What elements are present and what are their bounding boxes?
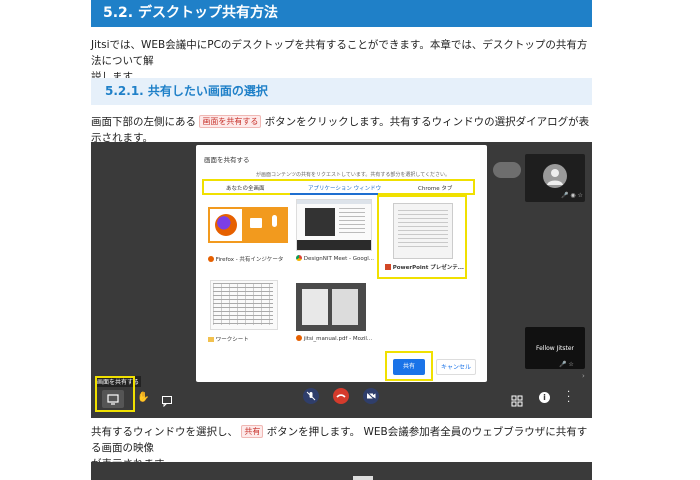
next-screenshot-top xyxy=(91,462,592,480)
tab-entire-screen[interactable]: あなたの全画面 xyxy=(226,184,265,192)
info-icon[interactable]: i xyxy=(539,392,550,403)
dialog-title: 画面を共有する xyxy=(204,156,250,164)
chat-icon[interactable] xyxy=(161,392,173,408)
meet-window-toolbar xyxy=(297,200,371,204)
result-line-1: 共有するウィンドウを選択し、 共有 ボタンを押します。 WEB会議参加者全員のウ… xyxy=(91,424,596,456)
cancel-button[interactable]: キャンセル xyxy=(436,359,476,375)
more-options-icon[interactable]: · · · xyxy=(567,388,570,408)
tab-chrome-tab[interactable]: Chrome タブ xyxy=(418,184,452,192)
phone-icon xyxy=(336,394,346,398)
self-video-tile[interactable]: 🎤 ◉ ☆ xyxy=(525,154,585,202)
participant-avatar-badge xyxy=(493,162,521,178)
window-thumb-pdf[interactable] xyxy=(296,283,366,331)
tile-view-icon[interactable] xyxy=(511,392,523,411)
subsection-heading: 5.2.1. 共有したい画面の選択 xyxy=(91,78,592,105)
video-off-button[interactable] xyxy=(363,388,379,404)
dialog-tab-bar: あなたの全画面 アプリケーション ウィンドウ Chrome タブ xyxy=(202,179,475,195)
camera-icon xyxy=(250,218,262,228)
intro-line-1: Jitsiでは、WEB会議中にPCのデスクトップを共有することができます。本章で… xyxy=(91,39,588,67)
tab-application-window[interactable]: アプリケーション ウィンドウ xyxy=(308,184,381,192)
window-thumb-meet[interactable] xyxy=(296,199,372,251)
powerpoint-icon xyxy=(385,264,391,270)
meet-window-bar xyxy=(297,240,371,250)
window-caption-meet: DesignNIT Meet - Googl... xyxy=(296,255,374,262)
pdf-page-left xyxy=(302,289,328,325)
meeting-screenshot: 🎤 ◉ ☆ Fellow Jitster 🎤 ☆ › 画面を共有する が画面コン… xyxy=(91,142,592,418)
firefox-small-icon xyxy=(296,335,302,341)
participant-video-tile[interactable]: Fellow Jitster 🎤 ☆ xyxy=(525,327,585,369)
window-thumb-firefox[interactable] xyxy=(208,207,288,243)
mute-microphone-button[interactable] xyxy=(303,388,319,404)
next-screenshot-element xyxy=(353,476,373,480)
share-button[interactable]: 共有 xyxy=(393,359,425,375)
microphone-muted-icon xyxy=(306,391,316,401)
avatar-icon xyxy=(543,164,567,188)
monitor-icon xyxy=(107,394,119,405)
screen-share-toolbar-button[interactable] xyxy=(102,390,124,408)
participant-status-icons: 🎤 ☆ xyxy=(559,361,574,368)
firefox-small-icon xyxy=(208,256,214,262)
camera-off-icon xyxy=(366,391,376,401)
participant-name: Fellow Jitster xyxy=(535,345,575,352)
window-caption-worksheet: ワークシート xyxy=(208,335,249,343)
hang-up-button[interactable] xyxy=(333,388,349,404)
window-thumb-powerpoint[interactable]: PowerPoint プレゼンテ... xyxy=(377,195,467,279)
window-caption-firefox: Firefox - 共有インジケータ xyxy=(208,255,283,263)
pdf-page-right xyxy=(332,289,358,325)
window-caption-powerpoint: PowerPoint プレゼンテ... xyxy=(385,263,464,271)
result-prefix: 共有するウィンドウを選択し、 xyxy=(91,426,238,438)
dialog-subtitle: が画面コンテンツの共有をリクエストしています。共有する部分を選択してください。 xyxy=(256,172,451,178)
muted-status-icons: 🎤 ◉ ☆ xyxy=(561,192,583,199)
inline-share-screen-button: 画面を共有する xyxy=(199,115,262,128)
window-caption-pdf: jitsi_manual.pdf - Mozil... xyxy=(296,335,372,342)
firefox-icon xyxy=(210,209,242,241)
meet-window-video xyxy=(305,208,335,236)
share-screen-dialog: 画面を共有する が画面コンテンツの共有をリクエストしています。共有する部分を選択… xyxy=(196,145,487,382)
microphone-icon xyxy=(272,215,277,227)
chrome-icon xyxy=(296,255,302,261)
raise-hand-icon[interactable]: ✋ xyxy=(137,392,149,403)
folder-icon xyxy=(208,337,214,342)
window-thumb-worksheet[interactable] xyxy=(210,280,278,330)
instruction-prefix: 画面下部の左側にある xyxy=(91,116,196,128)
section-heading: 5.2. デスクトップ共有方法 xyxy=(91,0,592,27)
meet-window-lines xyxy=(339,208,365,234)
active-tab-indicator xyxy=(290,193,378,195)
powerpoint-preview xyxy=(393,203,453,259)
chevron-right-icon[interactable]: › xyxy=(582,372,585,380)
inline-share-button: 共有 xyxy=(241,425,264,438)
worksheet-grid xyxy=(213,283,273,325)
